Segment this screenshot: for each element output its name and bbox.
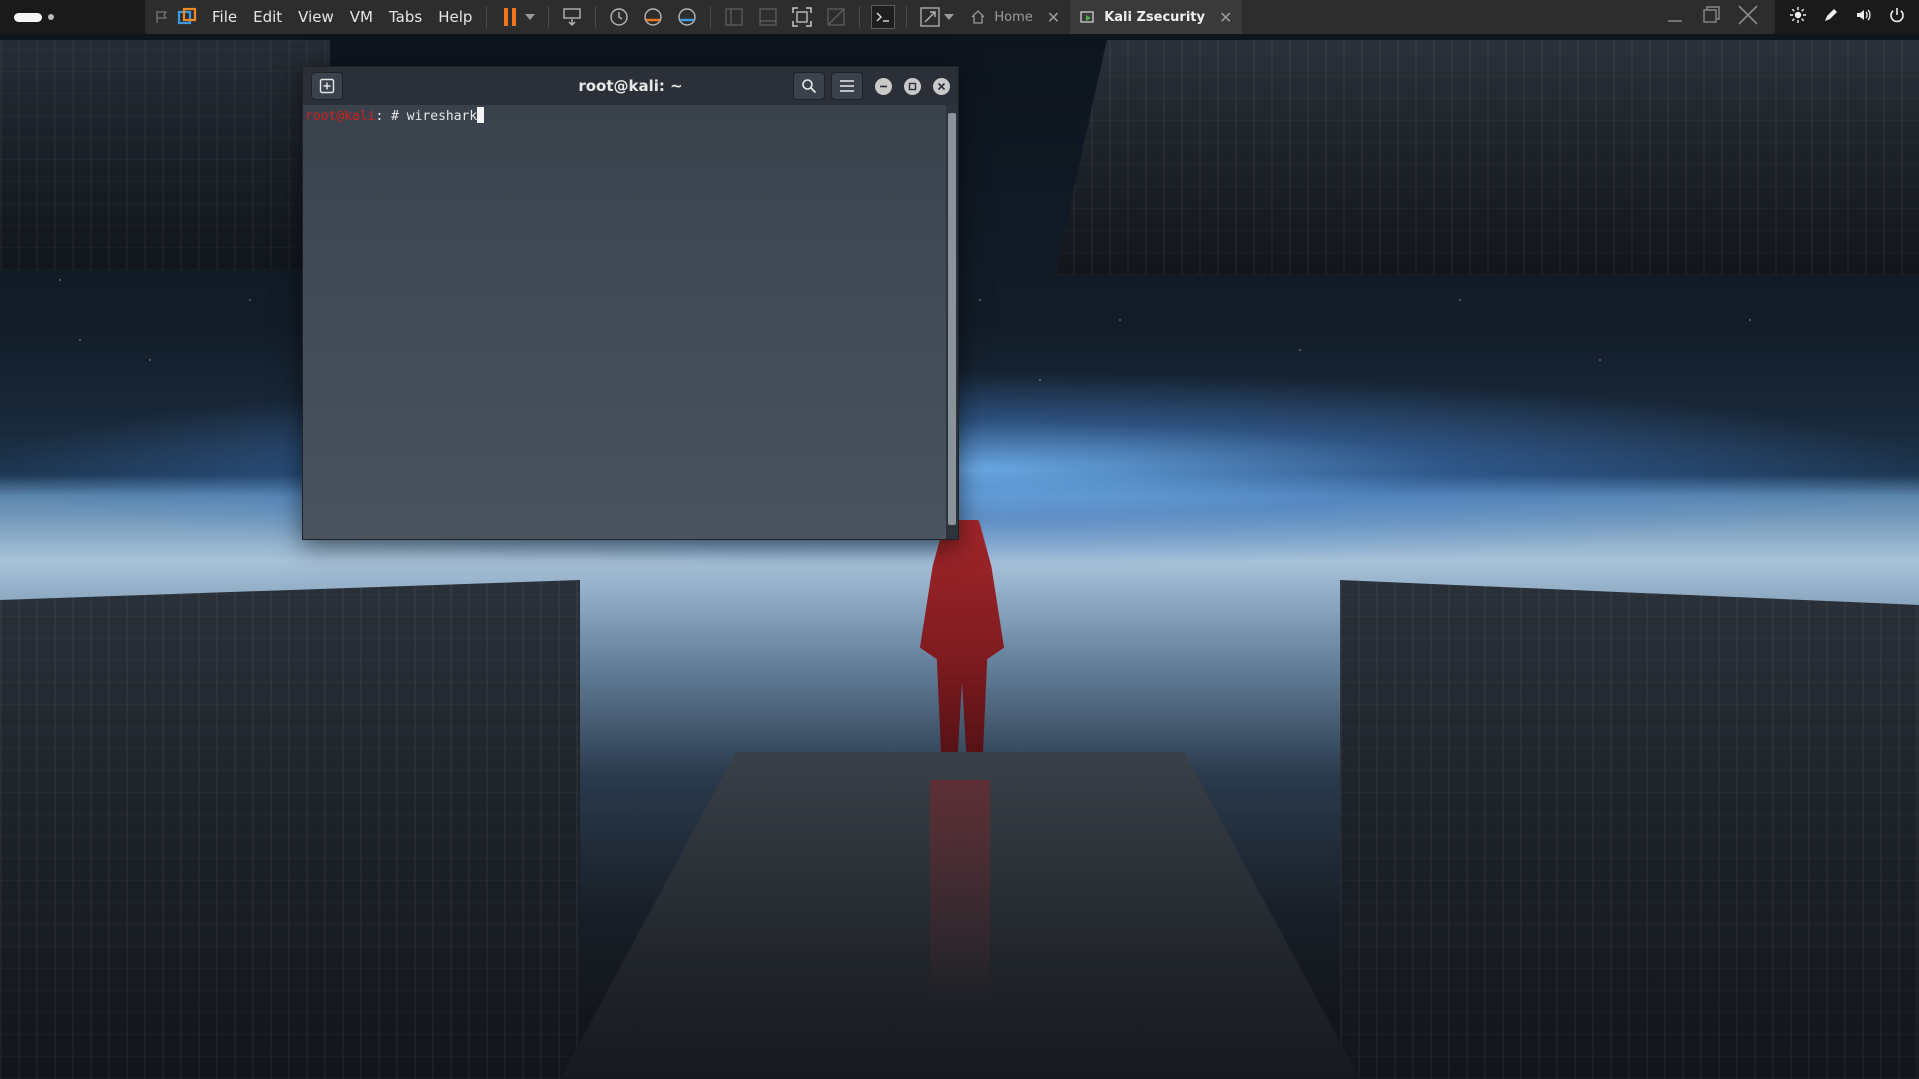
power-dropdown-chevron-icon[interactable]: [523, 5, 537, 29]
close-icon: [937, 82, 946, 90]
toolbar-separator: [859, 6, 861, 28]
host-workspace-dot[interactable]: [48, 14, 54, 20]
tab-kali-zsecurity[interactable]: Kali Zsecurity ✕: [1070, 0, 1243, 34]
vmware-restore-icon[interactable]: [1701, 5, 1721, 29]
minimize-button[interactable]: [875, 77, 892, 95]
toolbar-separator: [548, 6, 550, 28]
tab-home-label: Home: [994, 9, 1033, 25]
tab-kali-zsecurity-label: Kali Zsecurity: [1104, 9, 1205, 25]
wallpaper-structure-bottom-left: [0, 580, 580, 1079]
unity-icon[interactable]: [824, 5, 848, 29]
wallpaper-structure-top-left: [0, 40, 330, 270]
prompt-suffix: : #: [375, 109, 407, 124]
terminal-scrollbar-thumb[interactable]: [948, 113, 956, 525]
menu-tabs[interactable]: Tabs: [381, 8, 430, 26]
wallpaper-structure-bottom-right: [1340, 580, 1919, 1079]
desktop-wallpaper: [0, 0, 1919, 1079]
toolbar-separator: [906, 6, 908, 28]
terminal-titlebar[interactable]: root@kali: ~: [303, 67, 958, 105]
menu-help[interactable]: Help: [430, 8, 480, 26]
wallpaper-structure-top-right: [1055, 40, 1919, 275]
pen-icon[interactable]: [1823, 7, 1839, 27]
terminal-scrollbar[interactable]: [946, 105, 958, 539]
menu-vm[interactable]: VM: [342, 8, 381, 26]
volume-icon[interactable]: [1856, 7, 1872, 27]
brightness-icon[interactable]: [1789, 7, 1806, 27]
vmware-toolbar: File Edit View VM Tabs Help Home ✕ Kali …: [0, 0, 1919, 34]
prompt-user: root@kali: [305, 109, 376, 124]
full-screen-icon[interactable]: [790, 5, 814, 29]
new-tab-icon: [319, 78, 335, 94]
thumbnail-bar-icon[interactable]: [756, 5, 780, 29]
vmware-close-icon[interactable]: [1737, 4, 1759, 30]
toolbar-separator: [595, 6, 597, 28]
snapshot-manager-icon[interactable]: [675, 5, 699, 29]
home-icon: [971, 10, 985, 24]
pause-icon[interactable]: [498, 5, 522, 29]
vmware-logo-icon: [175, 5, 199, 29]
toolbar-separator: [486, 6, 488, 28]
tab-kali-zsecurity-close-icon[interactable]: ✕: [1219, 8, 1232, 27]
vm-icon: [1080, 11, 1094, 23]
console-view-icon[interactable]: [871, 5, 896, 29]
search-button[interactable]: [793, 72, 825, 100]
host-workspace-indicator[interactable]: [14, 12, 42, 22]
host-panel-right: [1775, 0, 1919, 34]
hamburger-menu-icon: [840, 80, 854, 92]
stretch-guest-icon[interactable]: [918, 5, 942, 29]
new-tab-button[interactable]: [311, 72, 343, 100]
menu-view[interactable]: View: [290, 8, 342, 26]
hamburger-menu-button[interactable]: [831, 72, 863, 100]
host-panel-left: [0, 0, 145, 34]
maximize-button[interactable]: [904, 77, 921, 95]
menu-edit[interactable]: Edit: [245, 8, 290, 26]
power-icon[interactable]: [1889, 7, 1905, 27]
close-button[interactable]: [933, 77, 950, 95]
send-ctrl-alt-del-icon[interactable]: [560, 5, 584, 29]
show-library-icon[interactable]: [722, 5, 746, 29]
minimize-icon: [880, 85, 887, 87]
flag-icon[interactable]: [150, 5, 174, 29]
menu-file[interactable]: File: [204, 8, 245, 26]
tab-home-close-icon[interactable]: ✕: [1047, 8, 1060, 27]
tab-home[interactable]: Home ✕: [960, 0, 1070, 34]
command-line: root@kali: # wireshark: [305, 107, 944, 124]
stretch-dropdown-chevron-icon[interactable]: [943, 5, 955, 29]
command-text: wireshark: [406, 109, 478, 124]
text-cursor: [477, 107, 485, 123]
terminal-window[interactable]: root@kali: ~ root@kali: # wireshark: [302, 66, 959, 540]
toolbar-separator: [710, 6, 712, 28]
snapshot-revert-icon[interactable]: [641, 5, 665, 29]
vmware-minimize-icon[interactable]: [1665, 5, 1685, 29]
maximize-icon: [908, 82, 917, 90]
wallpaper-figure-reflection: [930, 780, 990, 1000]
terminal-output[interactable]: root@kali: # wireshark: [303, 105, 946, 539]
search-icon: [802, 79, 817, 94]
snapshot-take-icon[interactable]: [607, 5, 631, 29]
